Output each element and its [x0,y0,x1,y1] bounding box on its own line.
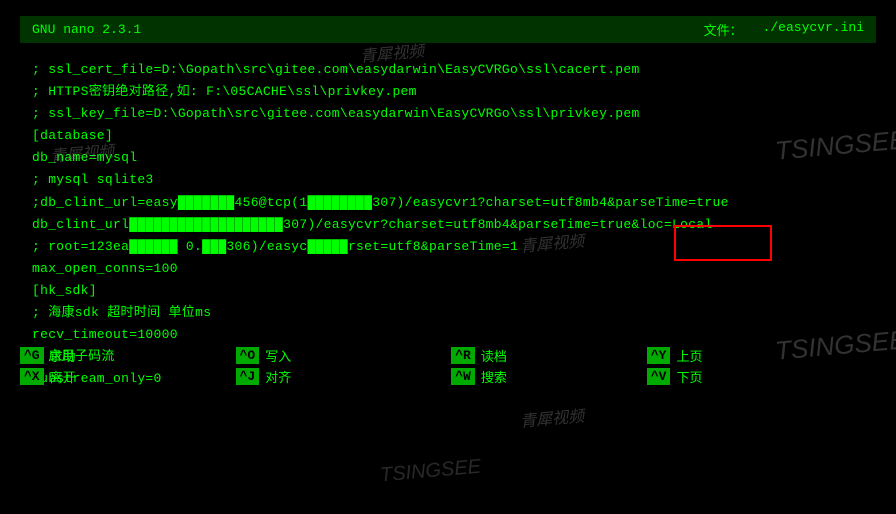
key-badge: ^O [236,347,260,364]
config-line: ; ssl_key_file=D:\Gopath\src\gitee.com\e… [32,103,864,125]
key-label: 搜索 [481,367,507,386]
shortcut-search[interactable]: ^W 搜索 [451,367,507,386]
shortcut-write[interactable]: ^O 写入 [236,346,292,365]
key-badge: ^R [451,347,475,364]
key-badge: ^X [20,368,44,385]
key-label: 离开 [50,367,76,386]
shortcut-pagedown[interactable]: ^V 下页 [647,367,703,386]
watermark-cn: 青犀视频 [519,402,585,431]
key-badge: ^V [647,368,671,385]
file-path: ./easycvr.ini [743,20,864,39]
config-line: ; 海康sdk 超时时间 单位ms [32,302,864,324]
key-label: 读档 [481,346,507,365]
key-label: 对齐 [265,367,291,386]
editor-content[interactable]: ; ssl_cert_file=D:\Gopath\src\gitee.com\… [20,59,876,390]
shortcut-pageup[interactable]: ^Y 上页 [647,346,703,365]
config-line: ;db_clint_url=easy███████456@tcp(1██████… [32,192,864,214]
config-line: ; mysql sqlite3 [32,169,864,191]
key-badge: ^G [20,347,44,364]
file-label: 文件： [384,20,743,39]
key-badge: ^Y [647,347,671,364]
shortcut-justify[interactable]: ^J 对齐 [236,367,292,386]
app-version: GNU nano 2.3.1 [32,22,141,37]
config-line: [database] [32,125,864,147]
config-line: ; HTTPS密钥绝对路径,如: F:\05CACHE\ssl\privkey.… [32,81,864,103]
key-badge: ^J [236,368,260,385]
config-line: ; root=123ea██████ 0.███306)/easyc█████r… [32,236,864,258]
config-line: [hk_sdk] [32,280,864,302]
key-label: 上页 [676,346,702,365]
config-line: db_clint_url███████████████████307)/easy… [32,214,864,236]
config-line: db_name=mysql [32,147,864,169]
watermark-logo: TSINGSEE [379,456,482,488]
nano-editor[interactable]: GNU nano 2.3.1 文件： ./easycvr.ini ; ssl_c… [0,0,896,398]
key-label: 下页 [676,367,702,386]
key-label: 写入 [265,346,291,365]
key-label: 求助 [50,346,76,365]
config-line: recv_timeout=10000 [32,324,864,346]
config-line: ; ssl_cert_file=D:\Gopath\src\gitee.com\… [32,59,864,81]
shortcut-help[interactable]: ^G 求助 [20,346,76,365]
nano-footer: ^G 求助 ^X 离开 ^O 写入 ^J 对齐 ^R 读档 [20,346,876,386]
key-badge: ^W [451,368,475,385]
shortcut-exit[interactable]: ^X 离开 [20,367,76,386]
nano-header: GNU nano 2.3.1 文件： ./easycvr.ini [20,16,876,43]
shortcut-read[interactable]: ^R 读档 [451,346,507,365]
config-line: max_open_conns=100 [32,258,864,280]
